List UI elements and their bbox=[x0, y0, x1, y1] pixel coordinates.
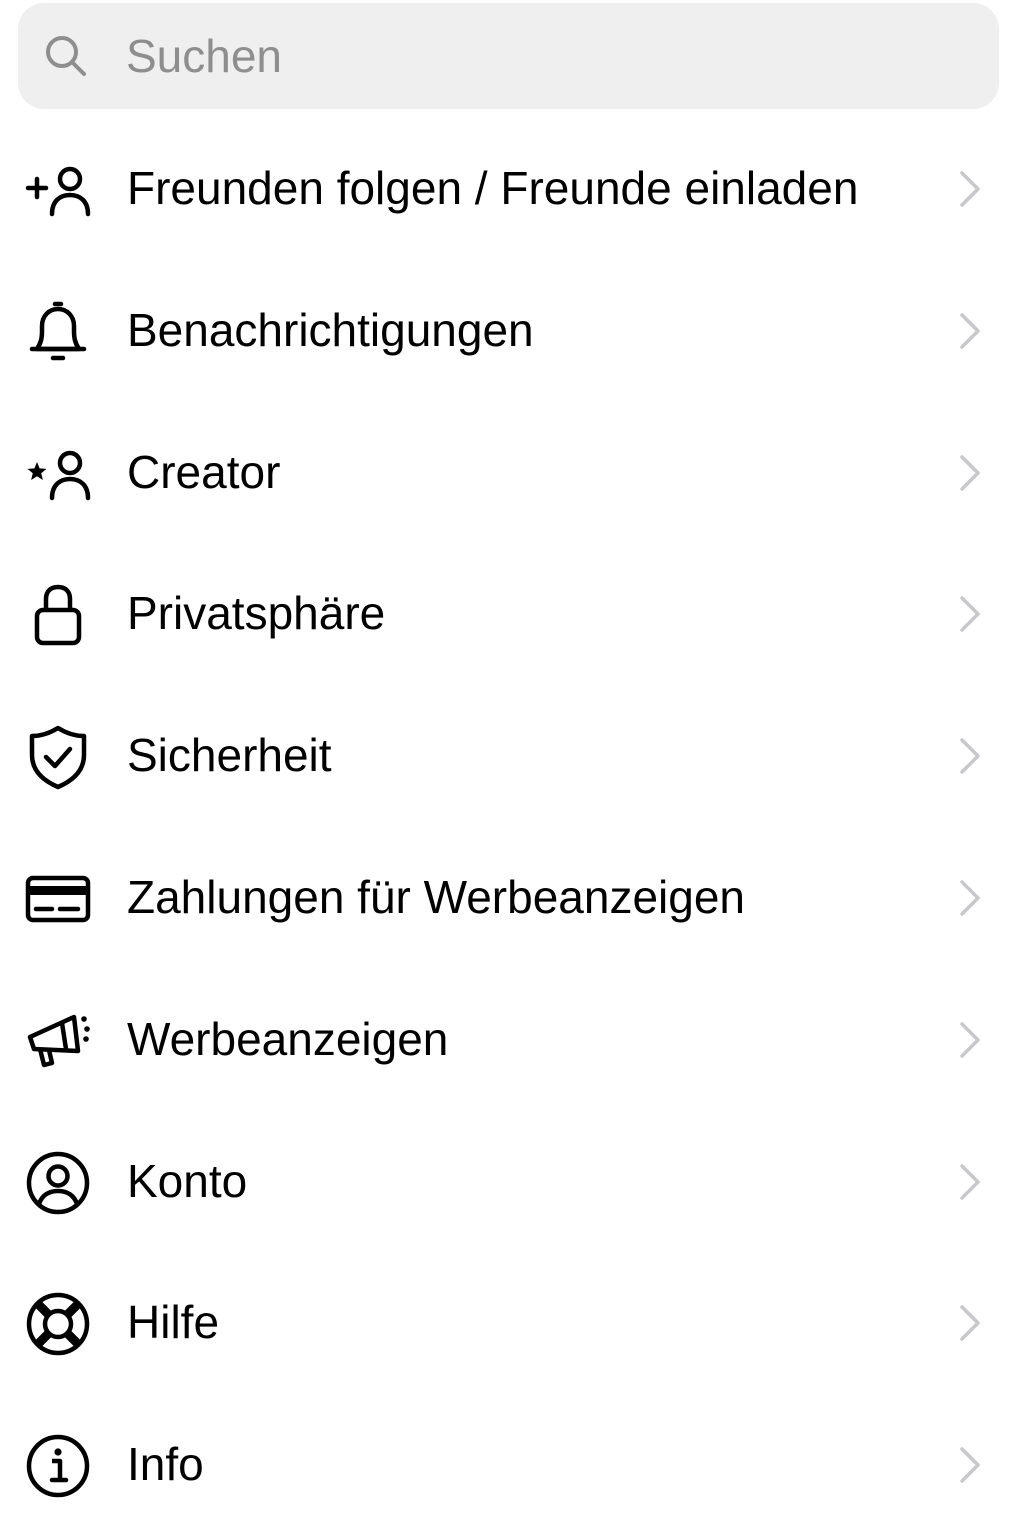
chevron-right-icon bbox=[954, 1303, 984, 1343]
settings-menu-list: Freunden folgen / Freunde einladen Benac… bbox=[0, 118, 1017, 1536]
bell-icon bbox=[22, 296, 94, 368]
lifebuoy-icon bbox=[22, 1288, 94, 1360]
menu-item-label: Hilfe bbox=[127, 1296, 220, 1349]
menu-item-label: Sicherheit bbox=[127, 729, 332, 782]
search-bar[interactable] bbox=[18, 3, 999, 109]
menu-item-ads[interactable]: Werbeanzeigen bbox=[0, 969, 1017, 1111]
chevron-right-icon bbox=[954, 594, 984, 634]
search-icon bbox=[44, 34, 88, 78]
chevron-right-icon bbox=[954, 169, 984, 209]
menu-item-help[interactable]: Hilfe bbox=[0, 1252, 1017, 1394]
menu-item-label: Info bbox=[127, 1438, 204, 1491]
menu-item-security[interactable]: Sicherheit bbox=[0, 685, 1017, 827]
lock-icon bbox=[22, 579, 94, 651]
chevron-right-icon bbox=[954, 453, 984, 493]
menu-item-label: Privatsphäre bbox=[127, 587, 386, 640]
menu-item-label: Konto bbox=[127, 1154, 248, 1207]
chevron-right-icon bbox=[954, 1162, 984, 1202]
menu-item-account[interactable]: Konto bbox=[0, 1111, 1017, 1253]
search-input[interactable] bbox=[126, 3, 986, 109]
megaphone-icon bbox=[22, 1005, 94, 1077]
menu-item-ad-payments[interactable]: Zahlungen für Werbeanzeigen bbox=[0, 827, 1017, 969]
chevron-right-icon bbox=[954, 878, 984, 918]
menu-item-label: Creator bbox=[127, 445, 281, 498]
menu-item-notifications[interactable]: Benachrichtigungen bbox=[0, 260, 1017, 402]
add-person-icon bbox=[22, 154, 94, 226]
menu-item-label: Benachrichtigungen bbox=[127, 303, 534, 356]
chevron-right-icon bbox=[954, 1020, 984, 1060]
chevron-right-icon bbox=[954, 311, 984, 351]
menu-item-label: Zahlungen für Werbeanzeigen bbox=[127, 870, 746, 923]
shield-check-icon bbox=[22, 721, 94, 793]
menu-item-label: Freunden folgen / Freunde einladen bbox=[127, 162, 859, 214]
chevron-right-icon bbox=[954, 736, 984, 776]
menu-item-info[interactable]: Info bbox=[0, 1394, 1017, 1536]
star-person-icon bbox=[22, 438, 94, 510]
account-circle-icon bbox=[22, 1147, 94, 1219]
menu-item-follow-invite-friends[interactable]: Freunden folgen / Freunde einladen bbox=[0, 118, 1017, 260]
chevron-right-icon bbox=[954, 1445, 984, 1485]
credit-card-icon bbox=[22, 863, 94, 935]
menu-item-privacy[interactable]: Privatsphäre bbox=[0, 543, 1017, 685]
menu-item-label: Werbeanzeigen bbox=[127, 1012, 449, 1065]
info-icon bbox=[22, 1430, 94, 1502]
menu-item-creator[interactable]: Creator bbox=[0, 402, 1017, 544]
